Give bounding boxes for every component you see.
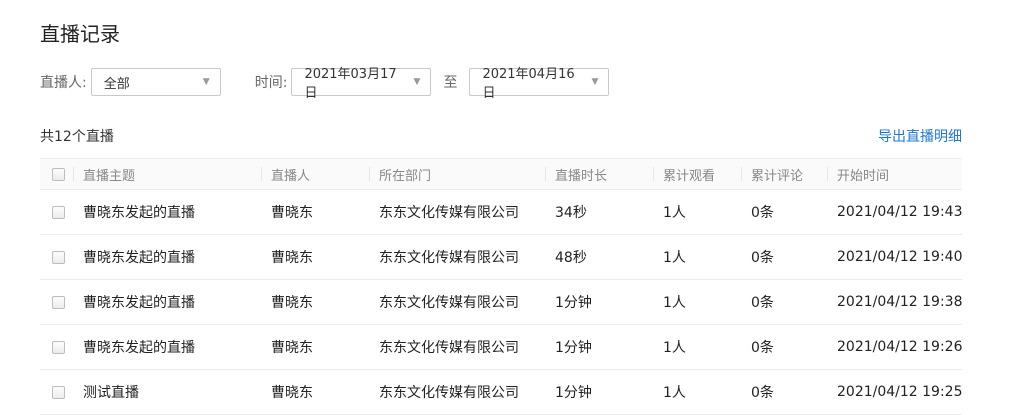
chevron-down-icon: ▼ bbox=[591, 77, 599, 87]
cell-views: 1人 bbox=[653, 324, 741, 370]
column-header-department: 所在部门 bbox=[369, 158, 545, 190]
table-row: 曹晓东发起的直播 曹晓东 东东文化传媒有限公司 48秒 1人 0条 2021/0… bbox=[40, 234, 962, 280]
start-date-value: 2021年03月17日 bbox=[304, 67, 397, 101]
row-select-cell bbox=[40, 234, 73, 280]
cell-comments: 0条 bbox=[741, 279, 827, 325]
column-header-host: 直播人 bbox=[261, 158, 369, 190]
live-records-page: 直播记录 直播人: 全部 ▼ 时间: 2021年03月17日 ▼ 至 2021年… bbox=[0, 0, 1024, 415]
person-filter-label: 直播人: bbox=[40, 75, 87, 91]
cell-start-time: 2021/04/12 19:26 bbox=[827, 324, 962, 370]
row-checkbox[interactable] bbox=[52, 250, 65, 264]
chevron-down-icon: ▼ bbox=[413, 77, 421, 87]
export-details-link[interactable]: 导出直播明细 bbox=[878, 126, 962, 146]
row-select-cell bbox=[40, 324, 73, 370]
date-range-separator: 至 bbox=[443, 75, 458, 91]
cell-host: 曹晓东 bbox=[261, 324, 369, 370]
row-select-cell bbox=[40, 189, 73, 235]
cell-comments: 0条 bbox=[741, 189, 827, 235]
time-filter-label: 时间: bbox=[254, 75, 288, 91]
chevron-down-icon: ▼ bbox=[202, 77, 210, 87]
cell-views: 1人 bbox=[653, 279, 741, 325]
cell-host: 曹晓东 bbox=[261, 279, 369, 325]
end-date-value: 2021年04月16日 bbox=[482, 67, 575, 101]
row-select-cell bbox=[40, 369, 73, 415]
column-header-start-time: 开始时间 bbox=[827, 158, 962, 190]
cell-views: 1人 bbox=[653, 234, 741, 280]
total-count: 共12个直播 bbox=[40, 129, 114, 145]
start-date-select[interactable]: 2021年03月17日 ▼ bbox=[291, 67, 432, 101]
cell-department: 东东文化传媒有限公司 bbox=[369, 324, 545, 370]
cell-department: 东东文化传媒有限公司 bbox=[369, 234, 545, 280]
live-records-table: 直播主题 直播人 所在部门 直播时长 累计观看 累计评论 开始时间 曹晓东发起的… bbox=[40, 158, 962, 415]
cell-topic: 测试直播 bbox=[73, 369, 261, 415]
cell-topic: 曹晓东发起的直播 bbox=[73, 234, 261, 280]
person-select-value: 全部 bbox=[103, 76, 130, 92]
table-row: 曹晓东发起的直播 曹晓东 东东文化传媒有限公司 34秒 1人 0条 2021/0… bbox=[40, 189, 962, 235]
row-checkbox[interactable] bbox=[52, 340, 65, 354]
cell-host: 曹晓东 bbox=[261, 189, 369, 235]
cell-topic: 曹晓东发起的直播 bbox=[73, 279, 261, 325]
column-header-comments: 累计评论 bbox=[741, 158, 827, 190]
end-date-select[interactable]: 2021年04月16日 ▼ bbox=[469, 67, 610, 101]
cell-duration: 48秒 bbox=[545, 234, 653, 280]
row-checkbox[interactable] bbox=[52, 205, 65, 219]
cell-start-time: 2021/04/12 19:25 bbox=[827, 369, 962, 415]
column-header-views: 累计观看 bbox=[653, 158, 741, 190]
column-header-duration: 直播时长 bbox=[545, 158, 653, 190]
cell-host: 曹晓东 bbox=[261, 234, 369, 280]
select-all-cell bbox=[40, 158, 73, 190]
cell-topic: 曹晓东发起的直播 bbox=[73, 324, 261, 370]
cell-department: 东东文化传媒有限公司 bbox=[369, 279, 545, 325]
cell-duration: 34秒 bbox=[545, 189, 653, 235]
cell-topic: 曹晓东发起的直播 bbox=[73, 189, 261, 235]
cell-views: 1人 bbox=[653, 369, 741, 415]
row-checkbox[interactable] bbox=[52, 295, 65, 309]
cell-host: 曹晓东 bbox=[261, 369, 369, 415]
cell-start-time: 2021/04/12 19:40 bbox=[827, 234, 962, 280]
row-select-cell bbox=[40, 279, 73, 325]
cell-comments: 0条 bbox=[741, 369, 827, 415]
filter-bar: 直播人: 全部 ▼ 时间: 2021年03月17日 ▼ 至 2021年04月16… bbox=[40, 66, 610, 101]
table-row: 曹晓东发起的直播 曹晓东 东东文化传媒有限公司 1分钟 1人 0条 2021/0… bbox=[40, 279, 962, 325]
row-checkbox[interactable] bbox=[52, 385, 65, 399]
cell-views: 1人 bbox=[653, 189, 741, 235]
page-title: 直播记录 bbox=[40, 22, 120, 46]
cell-start-time: 2021/04/12 19:38 bbox=[827, 279, 962, 325]
cell-duration: 1分钟 bbox=[545, 279, 653, 325]
select-all-checkbox[interactable] bbox=[52, 167, 65, 181]
person-select[interactable]: 全部 ▼ bbox=[90, 68, 221, 96]
table-row: 测试直播 曹晓东 东东文化传媒有限公司 1分钟 1人 0条 2021/04/12… bbox=[40, 369, 962, 415]
cell-duration: 1分钟 bbox=[545, 324, 653, 370]
cell-duration: 1分钟 bbox=[545, 369, 653, 415]
cell-start-time: 2021/04/12 19:43 bbox=[827, 189, 962, 235]
cell-department: 东东文化传媒有限公司 bbox=[369, 189, 545, 235]
cell-comments: 0条 bbox=[741, 234, 827, 280]
column-header-topic: 直播主题 bbox=[73, 158, 261, 190]
table-header-row: 直播主题 直播人 所在部门 直播时长 累计观看 累计评论 开始时间 bbox=[40, 158, 962, 190]
table-row: 曹晓东发起的直播 曹晓东 东东文化传媒有限公司 1分钟 1人 0条 2021/0… bbox=[40, 324, 962, 370]
cell-comments: 0条 bbox=[741, 324, 827, 370]
cell-department: 东东文化传媒有限公司 bbox=[369, 369, 545, 415]
